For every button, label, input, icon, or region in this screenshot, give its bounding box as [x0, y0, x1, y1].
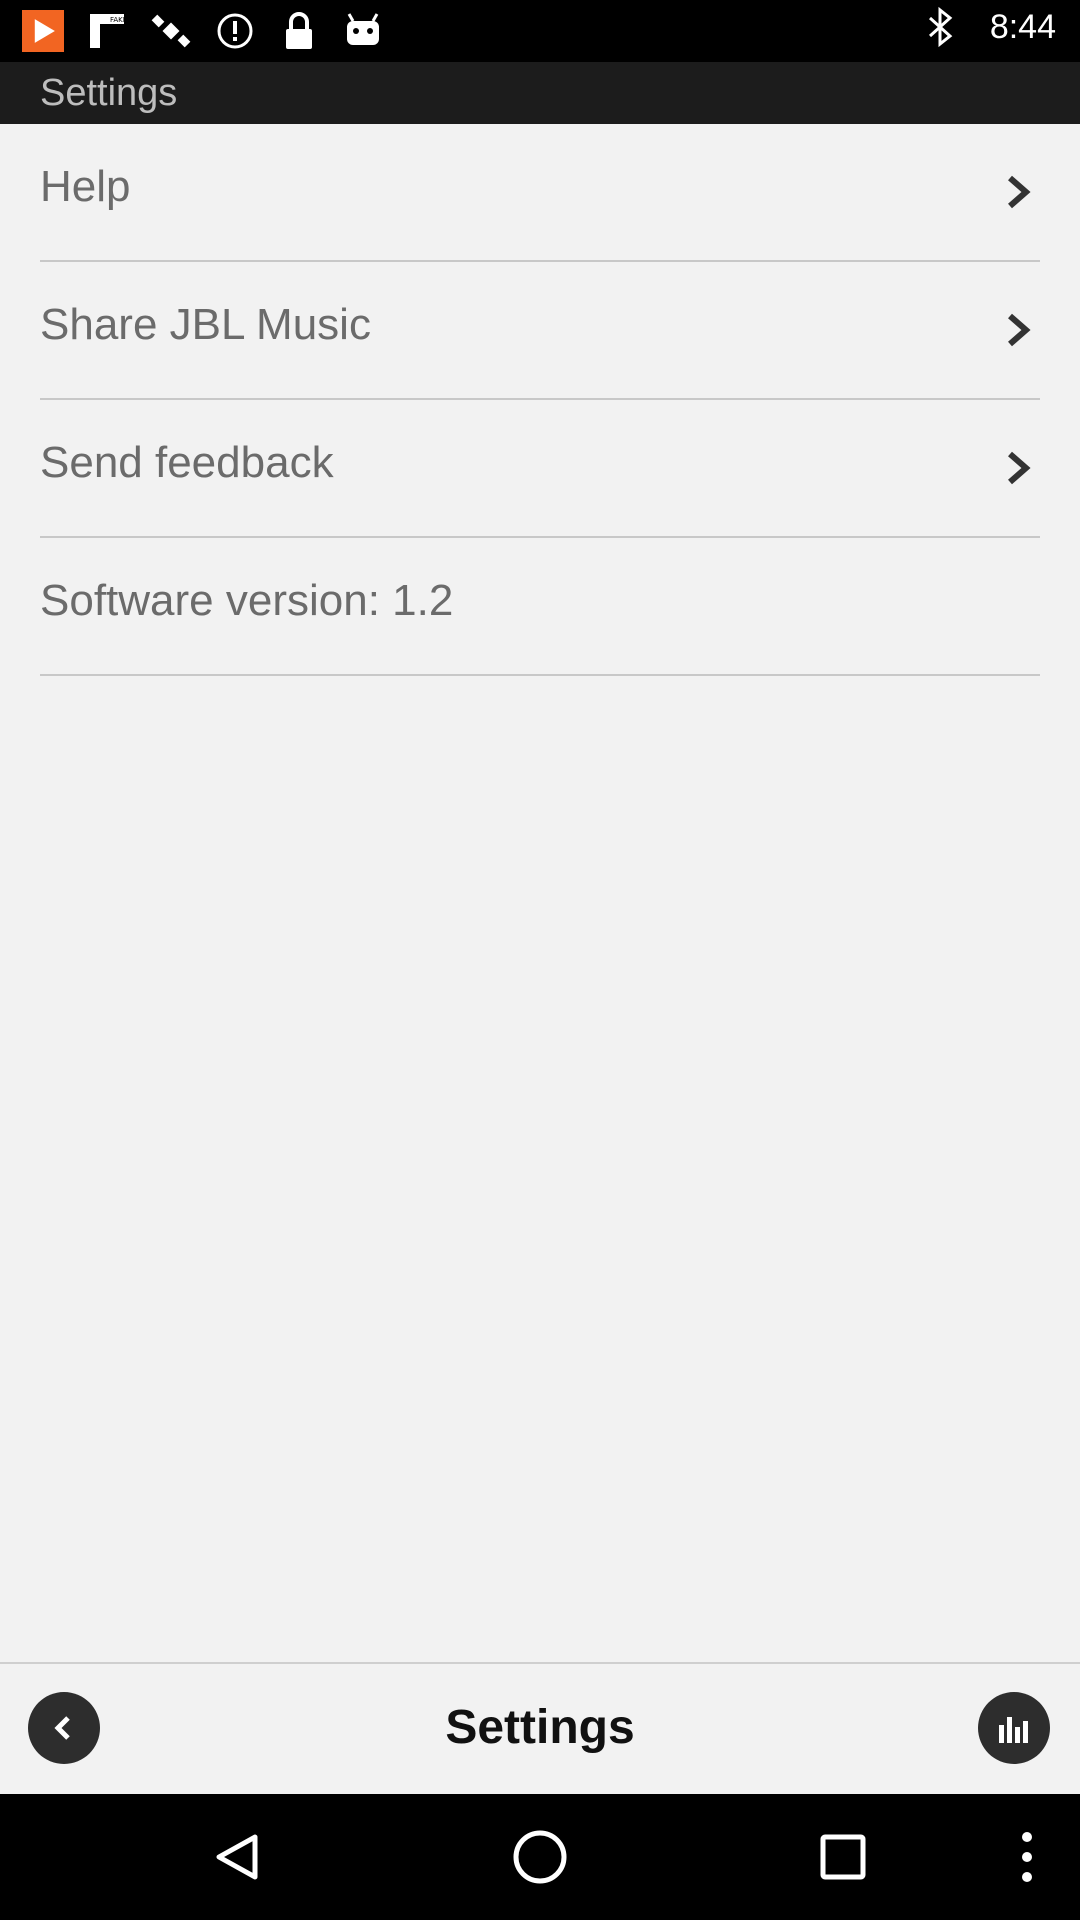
svg-text:FAKE: FAKE — [110, 16, 126, 24]
status-left-icons: FAKE — [22, 10, 384, 52]
bottom-bar-title: Settings — [445, 1701, 635, 1754]
equalizer-icon — [999, 1717, 1028, 1743]
satellite-icon — [150, 10, 192, 52]
settings-item-help[interactable]: Help — [40, 124, 1040, 262]
status-bar: FAKE 8:44 — [0, 0, 1080, 62]
nav-back-button[interactable] — [204, 1824, 270, 1890]
title-bar: Settings — [0, 62, 1080, 124]
settings-item-version: Software version: 1.2 — [40, 538, 1040, 676]
more-dots-icon — [1022, 1832, 1032, 1882]
settings-list: Help Share JBL Music Send feedback Softw… — [0, 124, 1080, 676]
status-right: 8:44 — [920, 6, 1056, 48]
settings-item-feedback[interactable]: Send feedback — [40, 400, 1040, 538]
back-triangle-icon — [216, 1834, 258, 1880]
home-circle-icon — [513, 1830, 567, 1884]
settings-item-share[interactable]: Share JBL Music — [40, 262, 1040, 400]
bluetooth-icon — [920, 6, 962, 48]
recents-square-icon — [820, 1834, 866, 1880]
software-version-text: Software version: 1.2 — [40, 576, 454, 625]
status-time: 8:44 — [989, 7, 1056, 46]
play-store-icon — [22, 10, 64, 52]
settings-item-label: Share JBL Music — [40, 300, 371, 349]
system-nav-bar — [0, 1794, 1080, 1920]
alert-icon — [214, 10, 256, 52]
page-title: Settings — [40, 72, 178, 114]
settings-item-label: Send feedback — [40, 438, 334, 487]
lock-icon — [278, 10, 320, 52]
chevron-right-icon — [1008, 451, 1031, 485]
nav-more-button[interactable] — [994, 1824, 1060, 1890]
chevron-right-icon — [1008, 175, 1031, 209]
android-icon — [342, 10, 384, 52]
chevron-right-icon — [1008, 313, 1031, 347]
nav-recents-button[interactable] — [810, 1824, 876, 1890]
equalizer-button[interactable] — [978, 1692, 1050, 1764]
bottom-bar: Settings — [0, 1662, 1080, 1796]
flipboard-icon: FAKE — [86, 10, 128, 52]
nav-home-button[interactable] — [507, 1824, 573, 1890]
settings-item-label: Help — [40, 162, 131, 211]
